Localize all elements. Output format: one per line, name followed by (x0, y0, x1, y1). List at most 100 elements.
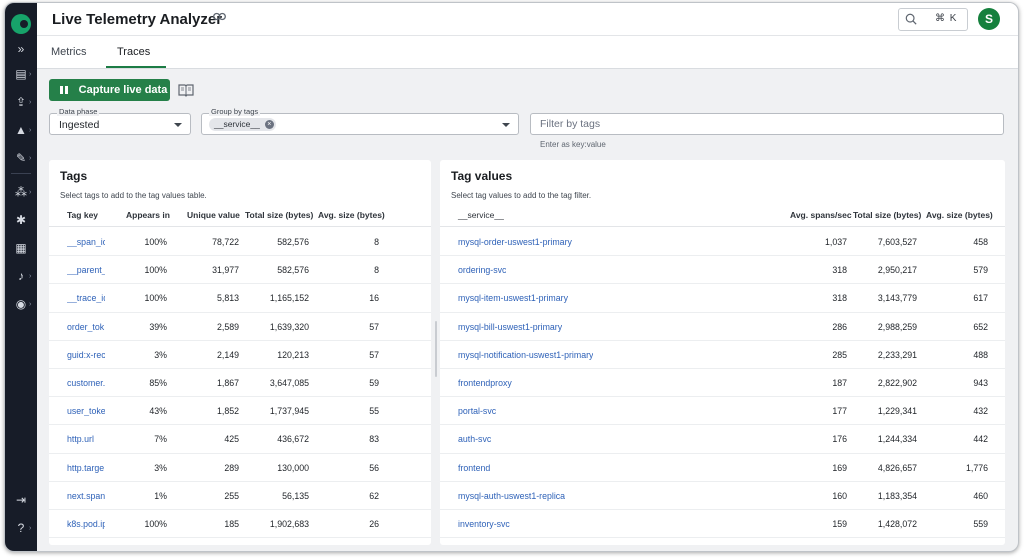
tag-key-link[interactable]: next.span (67, 491, 105, 501)
compass-icon[interactable]: ◉ › (5, 295, 37, 313)
total-size-cell: 1,183,354 (877, 490, 917, 501)
col-unique-value[interactable]: Unique value (187, 210, 240, 220)
tag-key-link[interactable]: __parent_s (67, 265, 105, 275)
tag-key-link[interactable]: __span_id_ (67, 237, 105, 247)
data-phase-select[interactable]: Ingested (49, 113, 191, 135)
filter-by-tags-input[interactable] (530, 113, 1004, 135)
col-avg-size[interactable]: Avg. size (bytes) (926, 210, 993, 220)
avg-spans-cell: 159 (832, 518, 847, 529)
table-row[interactable]: __parent_s 100% 31,977 582,576 8 (49, 256, 431, 285)
deploy-icon[interactable]: ⇪ › (5, 93, 37, 111)
table-row[interactable]: mysql-item-uswest1-primary 318 3,143,779 61… (440, 284, 1005, 313)
document-icon[interactable]: ▤ › (5, 65, 37, 83)
table-row[interactable]: ordering-svc 318 2,950,217 579 (440, 256, 1005, 285)
avg-size-cell: 579 (973, 265, 988, 276)
table-row[interactable]: frontend 169 4,826,657 1,776 (440, 454, 1005, 482)
table-row[interactable]: __trace_id 100% 5,813 1,165,152 16 (49, 284, 431, 313)
data-phase-label: Data phase (57, 107, 100, 116)
service-name-link[interactable]: mysql-order-uswest1-primary (458, 237, 572, 247)
active-tab-indicator (106, 66, 166, 68)
help-icon[interactable]: ? › (5, 519, 37, 537)
shapes-icon[interactable]: ▲ › (5, 121, 37, 139)
table-row[interactable]: http.targe 3% 289 130,000 56 (49, 454, 431, 482)
col-tag-key[interactable]: Tag key (67, 210, 98, 220)
table-row[interactable]: portal-svc 177 1,229,341 432 (440, 397, 1005, 426)
col-appears-in[interactable]: Appears in (126, 210, 170, 220)
col-avg-spans[interactable]: Avg. spans/sec (790, 210, 852, 220)
tag-key-link[interactable]: __trace_id (67, 293, 105, 303)
avg-size-cell: 488 (973, 349, 988, 360)
table-row[interactable]: next.span 1% 255 56,135 62 (49, 482, 431, 510)
tab-traces[interactable]: Traces (117, 46, 150, 58)
table-row[interactable]: mysql-bill-uswest1-primary 286 2,988,259 65… (440, 313, 1005, 341)
tag-key-link[interactable]: k8s.pod.ip (67, 519, 105, 529)
unique-value-cell: 185 (224, 518, 239, 529)
tag-key-link[interactable]: http.url (67, 434, 105, 444)
col-avg-size[interactable]: Avg. size (bytes) (318, 210, 385, 220)
panel-resize-handle[interactable] (435, 321, 437, 377)
logout-icon[interactable]: ⇥ (5, 491, 37, 509)
avg-spans-cell: 1,037 (824, 237, 847, 247)
group-by-chip[interactable]: __service__ × (209, 118, 276, 131)
expand-icon[interactable]: » (5, 40, 37, 58)
wrench-icon[interactable]: ✎ › (5, 149, 37, 167)
table-row[interactable]: http.url 7% 425 436,672 83 (49, 425, 431, 454)
service-name-link[interactable]: mysql-auth-uswest1-replica (458, 491, 565, 501)
tag-key-link[interactable]: user_toke (67, 406, 105, 416)
tab-metrics[interactable]: Metrics (51, 46, 86, 58)
infrastructure-icon[interactable]: ⁂ › (5, 183, 37, 201)
table-row[interactable]: guid:x-rec 3% 2,149 120,213 57 (49, 341, 431, 369)
tag-key-link[interactable]: order_tok (67, 322, 105, 332)
col-total-size[interactable]: Total size (bytes) (245, 210, 313, 220)
avg-size-cell: 943 (973, 377, 988, 388)
col-service[interactable]: __service__ (458, 210, 504, 220)
table-row[interactable]: mysql-notification-uswest1-primary 285 2,2… (440, 341, 1005, 369)
avg-size-cell: 56 (369, 462, 379, 473)
table-row[interactable]: mysql-auth-uswest1-replica 160 1,183,354 46… (440, 482, 1005, 510)
service-name-link[interactable]: auth-svc (458, 434, 491, 444)
table-row[interactable]: order_tok 39% 2,589 1,639,320 57 (49, 313, 431, 341)
table-row[interactable]: inventory-svc 159 1,428,072 559 (440, 510, 1005, 539)
table-row[interactable]: __span_id_ 100% 78,722 582,576 8 (49, 228, 431, 257)
service-name-link[interactable]: mysql-bill-uswest1-primary (458, 322, 562, 332)
remove-chip-icon[interactable]: × (264, 120, 274, 129)
avatar[interactable]: S (978, 8, 1000, 30)
network-icon[interactable]: ✱ (5, 211, 37, 229)
table-row[interactable]: mysql-order-uswest1-primary 1,037 7,603,52… (440, 228, 1005, 257)
tag-key-link[interactable]: guid:x-rec (67, 350, 105, 360)
total-size-cell: 1,428,072 (877, 518, 917, 529)
dashboard-icon[interactable]: ▦ (5, 239, 37, 257)
service-name-link[interactable]: portal-svc (458, 406, 496, 416)
chevron-down-icon (502, 123, 510, 127)
service-name-link[interactable]: ordering-svc (458, 265, 506, 275)
service-name-link[interactable]: frontendproxy (458, 378, 512, 388)
tag-key-link[interactable]: http.targe (67, 463, 105, 473)
avg-size-cell: 26 (369, 518, 379, 529)
tab-bar: Metrics Traces (37, 36, 1018, 69)
table-row[interactable]: user_toke 43% 1,852 1,737,945 55 (49, 397, 431, 426)
appears-in-cell: 100% (144, 265, 168, 276)
logo-icon[interactable] (11, 14, 31, 34)
total-size-cell: 120,213 (277, 349, 309, 360)
service-name-link[interactable]: mysql-item-uswest1-primary (458, 293, 568, 303)
search-button[interactable]: ⌘ K (898, 8, 968, 31)
avg-spans-cell: 176 (832, 434, 847, 445)
service-name-link[interactable]: mysql-notification-uswest1-primary (458, 350, 593, 360)
table-row[interactable]: k8s.pod.ip 100% 185 1,902,683 26 (49, 510, 431, 539)
docs-book-icon[interactable] (178, 83, 194, 97)
table-row[interactable]: frontendproxy 187 2,822,902 943 (440, 369, 1005, 398)
col-total-size[interactable]: Total size (bytes) (853, 210, 921, 220)
table-row[interactable]: customer. 85% 1,867 3,647,085 59 (49, 369, 431, 398)
service-name-link[interactable]: frontend (458, 463, 490, 473)
tag-key-link[interactable]: customer. (67, 378, 105, 388)
unique-value-cell: 2,149 (216, 349, 239, 360)
capture-live-data-button[interactable]: Capture live data (49, 79, 170, 101)
tag-values-panel-title: Tag values (451, 169, 513, 183)
link-icon[interactable] (213, 12, 226, 24)
total-size-cell: 3,647,085 (269, 377, 309, 388)
bell-icon[interactable]: ♪ › (5, 267, 37, 285)
group-by-tags-select[interactable]: __service__ × (201, 113, 519, 135)
table-row[interactable]: auth-svc 176 1,244,334 442 (440, 425, 1005, 454)
tags-panel-title: Tags (60, 169, 88, 183)
service-name-link[interactable]: inventory-svc (458, 519, 510, 529)
